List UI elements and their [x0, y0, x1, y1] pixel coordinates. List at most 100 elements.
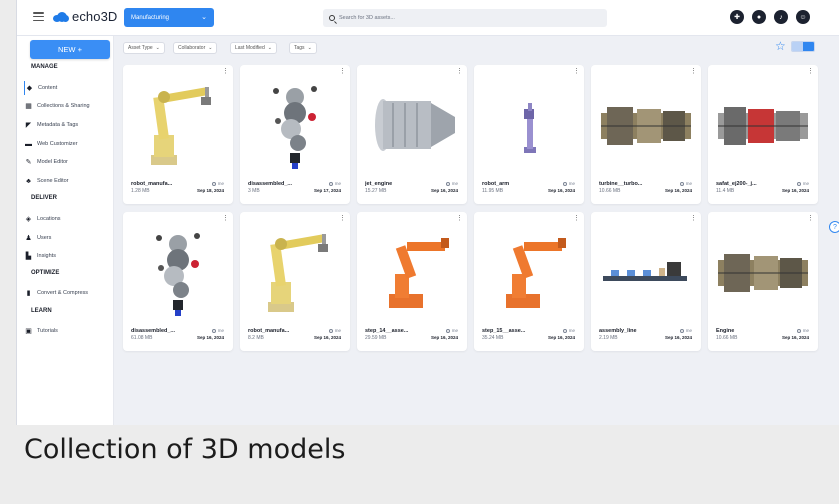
grid-icon: ▦ [25, 103, 32, 110]
more-options-icon[interactable]: ⋮ [222, 215, 229, 222]
asset-date: Sep 17, 2024 [313, 188, 341, 193]
sidebar-item-metadata[interactable]: ◤ Metadata & Tags [25, 118, 113, 132]
asset-owner: me [445, 181, 458, 186]
more-options-icon[interactable]: ⋮ [456, 68, 463, 75]
orange-robot-thumbnail[interactable] [363, 224, 461, 319]
sidebar-item-label: Convert & Compress [37, 290, 89, 296]
vr-icon: ▬ [25, 140, 32, 148]
asset-card[interactable]: ⋮ step_14__asse... 29.59 MB me Sep 16, 2024 [357, 212, 467, 351]
owner-icon [445, 328, 450, 333]
more-options-icon[interactable]: ⋮ [222, 68, 229, 75]
filter-label: Asset Type [128, 45, 153, 51]
asset-name: jet_engine [365, 181, 393, 187]
filter-asset-type[interactable]: Asset Type ⌄ [123, 42, 165, 54]
menu-icon[interactable] [33, 12, 44, 21]
asset-card[interactable]: ⋮ safat_ej200-_j... 11.4 MB me Sep 16, 2024 [708, 65, 818, 204]
more-options-icon[interactable]: ⋮ [339, 68, 346, 75]
sidebar-item-collections[interactable]: ▦ Collections & Sharing [25, 99, 113, 113]
sidebar-item-label: Scene Editor [37, 178, 69, 184]
owner-icon [679, 181, 684, 186]
exploded-engine-thumbnail[interactable] [129, 224, 227, 319]
yellow-robot-arm-thumbnail[interactable] [246, 224, 344, 319]
sidebar-item-scene-editor[interactable]: ♣ Scene Editor [25, 174, 113, 188]
owner-label: me [685, 181, 692, 186]
more-options-icon[interactable]: ⋮ [456, 215, 463, 222]
asset-card[interactable]: ⋮ robot_manufa... 8.2 MB me Sep 16, 2024 [240, 212, 350, 351]
asset-card[interactable]: ⋮ robot_manufa... 1.28 MB me Sep 18, 2024 [123, 65, 233, 204]
user-icon[interactable]: ☺ [796, 10, 810, 24]
more-options-icon[interactable]: ⋮ [690, 68, 697, 75]
help-icon[interactable]: ? [829, 221, 839, 233]
file-icon: ▮ [26, 290, 31, 297]
sidebar-item-content[interactable]: ◆ Content [24, 81, 112, 95]
app-window: echo3D Manufacturing ⌄ Search for 3D ass… [16, 0, 839, 425]
search-input[interactable]: Search for 3D assets... [323, 9, 607, 27]
filter-last-modified[interactable]: Last Modified ⌄ [230, 42, 277, 54]
exploded-engine-thumbnail[interactable] [246, 77, 344, 172]
asset-owner: me [445, 328, 458, 333]
orange-robot-thumbnail[interactable] [480, 224, 578, 319]
view-toggle[interactable] [791, 41, 815, 52]
asset-size: 11.4 MB [716, 188, 735, 194]
sidebar-item-model-editor[interactable]: ✎ Model Editor [25, 155, 113, 169]
more-options-icon[interactable]: ⋮ [339, 215, 346, 222]
more-options-icon[interactable]: ⋮ [807, 215, 814, 222]
asset-owner: me [796, 181, 809, 186]
asset-card[interactable]: ⋮ turbine__turbo... 10.66 MB me Sep 16, 2024 [591, 65, 701, 204]
content-area: Asset Type ⌄ Collaborator ⌄ Last Modified ⌄… [114, 36, 839, 425]
sidebar: NEW + MANAGE ◆ Content ▦ Collections & Sha… [17, 36, 114, 425]
grid-view-icon[interactable] [792, 42, 803, 51]
asset-size: 29.59 MB [365, 335, 387, 341]
jet-engine-thumbnail[interactable] [363, 77, 461, 172]
sidebar-item-web-customizer[interactable]: ▬ Web Customizer [25, 137, 113, 151]
asset-date: Sep 16, 2024 [547, 335, 575, 340]
chevron-down-icon: ⌄ [201, 14, 207, 21]
asset-name: safat_ej200-_j... [716, 181, 757, 187]
search-placeholder: Search for 3D assets... [339, 15, 395, 21]
asset-size: 3 MB [248, 188, 260, 194]
filter-collaborator[interactable]: Collaborator ⌄ [173, 42, 218, 54]
asset-card[interactable]: ⋮ assembly_line 2.19 MB me Sep 16, 2024 [591, 212, 701, 351]
star-icon[interactable]: ☆ [775, 40, 786, 52]
sidebar-item-insights[interactable]: ▙ Insights [25, 249, 113, 263]
sidebar-item-convert[interactable]: ▮ Convert & Compress [25, 286, 113, 300]
yellow-robot-arm-thumbnail[interactable] [129, 77, 227, 172]
asset-size: 1.28 MB [131, 188, 150, 194]
filter-tags[interactable]: Tags ⌄ [289, 42, 317, 54]
owner-icon [679, 328, 684, 333]
turbine-thumbnail[interactable] [714, 224, 812, 319]
sidebar-item-label: Model Editor [37, 159, 68, 165]
assembly-line-thumbnail[interactable] [597, 224, 695, 319]
drop-icon[interactable]: ● [752, 10, 766, 24]
asset-card[interactable]: ⋮ disassembled_... 61.08 MB me Sep 16, 2024 [123, 212, 233, 351]
asset-card[interactable]: ⋮ step_15__asse... 35.24 MB me Sep 16, 2024 [474, 212, 584, 351]
asset-card[interactable]: ⋮ robot_arm 11.95 MB me Sep 16, 2024 [474, 65, 584, 204]
purple-robot-arm-thumbnail[interactable] [480, 77, 578, 172]
logo[interactable]: echo3D [53, 9, 117, 24]
asset-card[interactable]: ⋮ jet_engine 15.27 MB me Sep 16, 2024 [357, 65, 467, 204]
workspace-select[interactable]: Manufacturing ⌄ [124, 8, 214, 27]
asset-name: step_14__asse... [365, 328, 409, 334]
sidebar-item-label: Insights [37, 253, 56, 259]
sidebar-item-label: Collections & Sharing [37, 103, 90, 109]
more-options-icon[interactable]: ⋮ [807, 68, 814, 75]
turbine-red-thumbnail[interactable] [714, 77, 812, 172]
more-options-icon[interactable]: ⋮ [690, 215, 697, 222]
workspace-label: Manufacturing [131, 14, 170, 21]
turbine-thumbnail[interactable] [597, 77, 695, 172]
asset-card[interactable]: ⋮ disassembled_... 3 MB me Sep 17, 2024 [240, 65, 350, 204]
puzzle-icon[interactable]: ✚ [730, 10, 744, 24]
new-button[interactable]: NEW + [30, 40, 110, 59]
bell-icon[interactable]: ♪ [774, 10, 788, 24]
sidebar-item-tutorials[interactable]: ▣ Tutorials [25, 324, 113, 338]
list-view-icon[interactable] [803, 42, 814, 51]
sidebar-item-users[interactable]: ♟ Users [25, 231, 113, 245]
sidebar-item-locations[interactable]: ◈ Locations [25, 212, 113, 226]
chevron-down-icon: ⌄ [208, 45, 213, 51]
more-options-icon[interactable]: ⋮ [573, 68, 580, 75]
learn-heading: LEARN [31, 308, 52, 314]
more-options-icon[interactable]: ⋮ [573, 215, 580, 222]
asset-card[interactable]: ⋮ Engine 10.66 MB me Sep 16, 2024 [708, 212, 818, 351]
book-icon: ▣ [25, 328, 32, 335]
sidebar-item-label: Tutorials [37, 328, 58, 334]
